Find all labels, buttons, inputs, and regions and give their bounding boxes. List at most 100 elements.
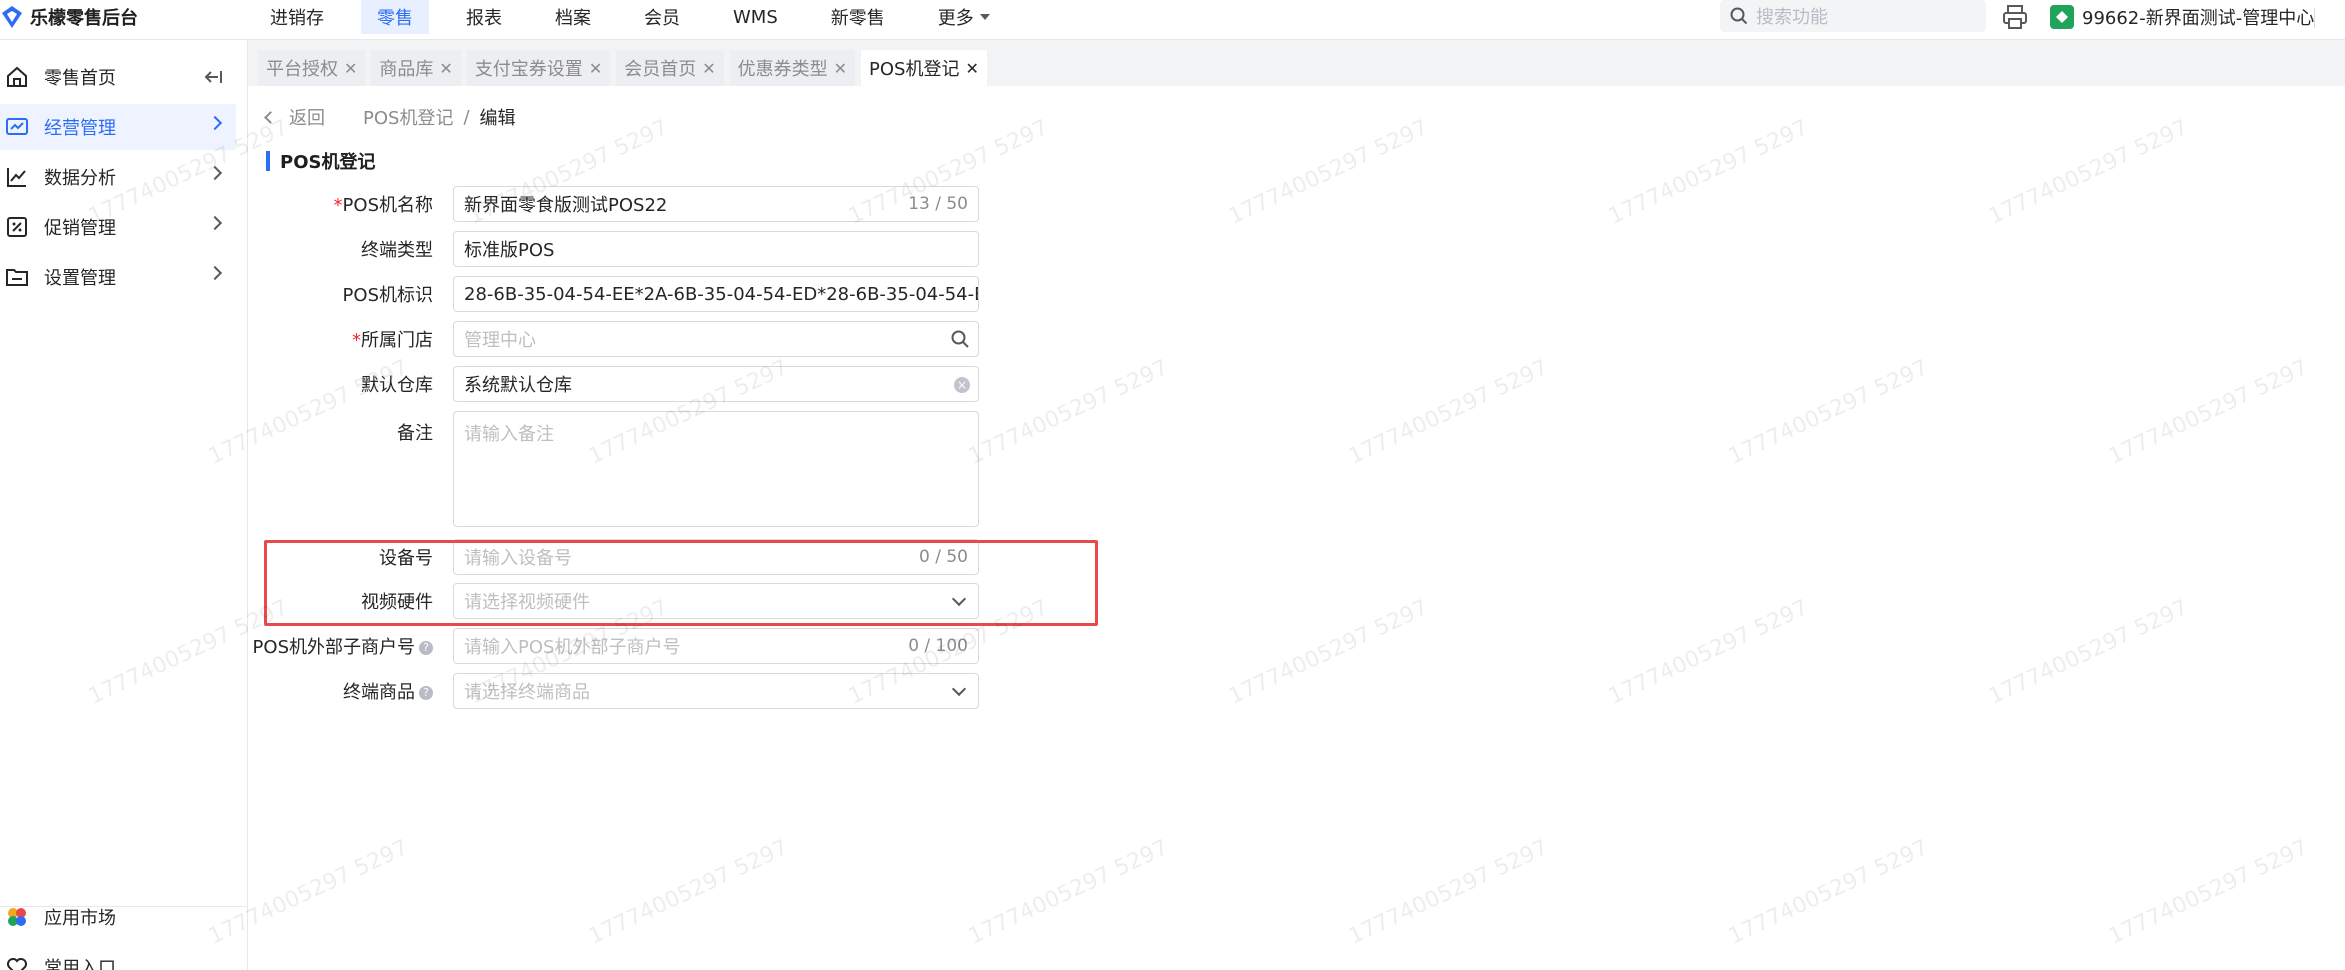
logo-icon <box>2 6 22 28</box>
field-label: 终端商品? <box>248 678 443 704</box>
help-icon[interactable]: ? <box>419 686 433 700</box>
search-placeholder: 搜索功能 <box>1756 7 1828 28</box>
divider <box>2314 8 2315 28</box>
nav-item-more[interactable]: 更多 <box>922 0 1006 34</box>
terminal-goods-select[interactable]: 请选择终端商品 <box>453 673 979 709</box>
sub-merchant-input[interactable]: 请输入POS机外部子商户号 0 / 100 <box>453 628 979 664</box>
section-title: POS机登记 <box>266 148 375 174</box>
nav-label: 零售 <box>377 8 413 29</box>
tab-pos-registration[interactable]: POS机登记 ✕ <box>861 50 987 86</box>
breadcrumb-parent[interactable]: POS机登记 <box>363 104 453 130</box>
tab-product-library[interactable]: 商品库 ✕ <box>371 50 461 86</box>
store-icon <box>2050 5 2074 29</box>
label-text: 终端商品 <box>343 682 415 703</box>
main-content: 返回 POS机登记 / 编辑 POS机登记 *POS机名称 新界面零食版测试PO… <box>248 86 2345 970</box>
nav-item-retail[interactable]: 零售 <box>361 0 429 34</box>
tab-platform-auth[interactable]: 平台授权 ✕ <box>258 50 366 86</box>
clear-icon[interactable]: × <box>954 377 970 393</box>
tab-label: POS机登记 <box>869 59 960 80</box>
char-count: 0 / 100 <box>908 636 968 656</box>
close-icon[interactable]: ✕ <box>834 59 847 78</box>
nav-item-wms[interactable]: WMS <box>717 0 794 34</box>
caret-down-icon <box>979 14 990 20</box>
breadcrumb-separator: / <box>463 106 470 128</box>
sidebar-item-label: 数据分析 <box>44 168 116 189</box>
close-icon[interactable]: ✕ <box>702 59 715 78</box>
sidebar-item-label: 设置管理 <box>44 268 116 289</box>
close-icon[interactable]: ✕ <box>589 59 602 78</box>
store-select-input[interactable]: 管理中心 <box>453 321 979 357</box>
nav-item-reports[interactable]: 报表 <box>450 0 518 34</box>
search-icon <box>1730 7 1748 25</box>
pos-name-input[interactable]: 新界面零食版测试POS22 13 / 50 <box>453 186 979 222</box>
input-value: 28-6B-35-04-54-EE*2A-6B-35-04-54-ED*28-6… <box>464 283 978 305</box>
sidebar-item-data-analysis[interactable]: 数据分析 <box>0 154 236 200</box>
nav-item-inventory[interactable]: 进销存 <box>254 0 340 34</box>
terminal-type-field[interactable]: 标准版POS <box>453 231 979 267</box>
input-placeholder: 请输入备注 <box>464 424 554 445</box>
sidebar-item-retail-home[interactable]: 零售首页 <box>0 54 236 100</box>
input-value: 标准版POS <box>464 240 555 261</box>
collapse-sidebar-icon[interactable] <box>202 66 224 88</box>
tab-coupon-types[interactable]: 优惠券类型 ✕ <box>729 50 856 86</box>
chart-board-icon <box>4 114 30 140</box>
chevron-left-icon[interactable] <box>264 110 277 124</box>
top-bar: 乐檬零售后台 进销存 零售 报表 档案 会员 WMS 新零售 更多 搜索功能 9… <box>0 0 2345 40</box>
close-icon[interactable]: ✕ <box>344 59 357 78</box>
label-text: 所属门店 <box>361 330 433 351</box>
nav-item-archives[interactable]: 档案 <box>539 0 607 34</box>
chevron-right-icon <box>207 265 223 281</box>
input-value: 系统默认仓库 <box>464 375 572 396</box>
search-icon[interactable] <box>950 329 970 349</box>
field-label: 终端类型 <box>361 240 433 261</box>
nav-label: 报表 <box>466 8 502 29</box>
nav-label: 会员 <box>644 8 680 29</box>
close-icon[interactable]: ✕ <box>965 59 978 78</box>
field-label: POS机标识 <box>342 285 433 306</box>
breadcrumb: 返回 POS机登记 / 编辑 <box>264 104 516 130</box>
nav-item-members[interactable]: 会员 <box>628 0 696 34</box>
input-placeholder: 管理中心 <box>464 330 536 351</box>
section-title-text: POS机登记 <box>280 152 376 173</box>
tab-alipay-coupon-settings[interactable]: 支付宝券设置 ✕ <box>466 50 611 86</box>
field-label: *POS机名称 <box>248 191 443 217</box>
sidebar: 零售首页 经营管理 数据分析 促销管理 设置管理 应用市场 常用入口 <box>0 40 248 970</box>
nav-label: 新零售 <box>830 8 885 29</box>
line-chart-icon <box>4 164 30 190</box>
required-mark: * <box>333 195 343 216</box>
close-icon[interactable]: ✕ <box>439 59 452 78</box>
nav-label: 进销存 <box>270 8 324 29</box>
app-logo[interactable]: 乐檬零售后台 <box>0 0 240 34</box>
field-label: *所属门店 <box>248 326 443 352</box>
sidebar-item-settings-management[interactable]: 设置管理 <box>0 254 236 300</box>
form-row-terminal-type: 终端类型 标准版POS <box>248 231 979 267</box>
help-icon[interactable]: ? <box>419 641 433 655</box>
sidebar-item-label: 经营管理 <box>44 118 116 139</box>
form-row-pos-name: *POS机名称 新界面零食版测试POS22 13 / 50 <box>248 186 979 222</box>
form-row-remark: 备注 请输入备注 <box>248 411 979 527</box>
sidebar-item-favorites[interactable]: 常用入口 <box>0 944 236 970</box>
tab-label: 平台授权 <box>266 59 338 80</box>
field-label: POS机外部子商户号? <box>248 633 443 659</box>
warehouse-select[interactable]: 系统默认仓库 × <box>453 366 979 402</box>
app-market-icon <box>4 904 30 930</box>
folder-icon <box>4 264 30 290</box>
search-input[interactable]: 搜索功能 <box>1720 0 1986 32</box>
store-switcher[interactable]: 99662-新界面测试-管理中心 <box>2050 0 2314 34</box>
sidebar-item-promotion-management[interactable]: 促销管理 <box>0 204 236 250</box>
nav-label: 更多 <box>937 8 974 29</box>
field-label: 默认仓库 <box>361 375 433 396</box>
sidebar-item-app-market[interactable]: 应用市场 <box>0 894 236 940</box>
printer-icon[interactable] <box>2002 5 2028 29</box>
pos-id-input[interactable]: 28-6B-35-04-54-EE*2A-6B-35-04-54-ED*28-6… <box>453 276 979 312</box>
sidebar-item-label: 零售首页 <box>44 68 116 89</box>
tab-member-home[interactable]: 会员首页 ✕ <box>616 50 724 86</box>
chevron-down-icon <box>951 681 967 697</box>
back-link[interactable]: 返回 <box>289 104 325 130</box>
sidebar-item-label: 应用市场 <box>44 908 116 929</box>
nav-item-new-retail[interactable]: 新零售 <box>815 0 901 34</box>
app-title: 乐檬零售后台 <box>30 8 138 29</box>
sidebar-item-business-management[interactable]: 经营管理 <box>0 104 236 150</box>
field-label: 备注 <box>397 423 433 444</box>
remark-textarea[interactable]: 请输入备注 <box>453 411 979 527</box>
